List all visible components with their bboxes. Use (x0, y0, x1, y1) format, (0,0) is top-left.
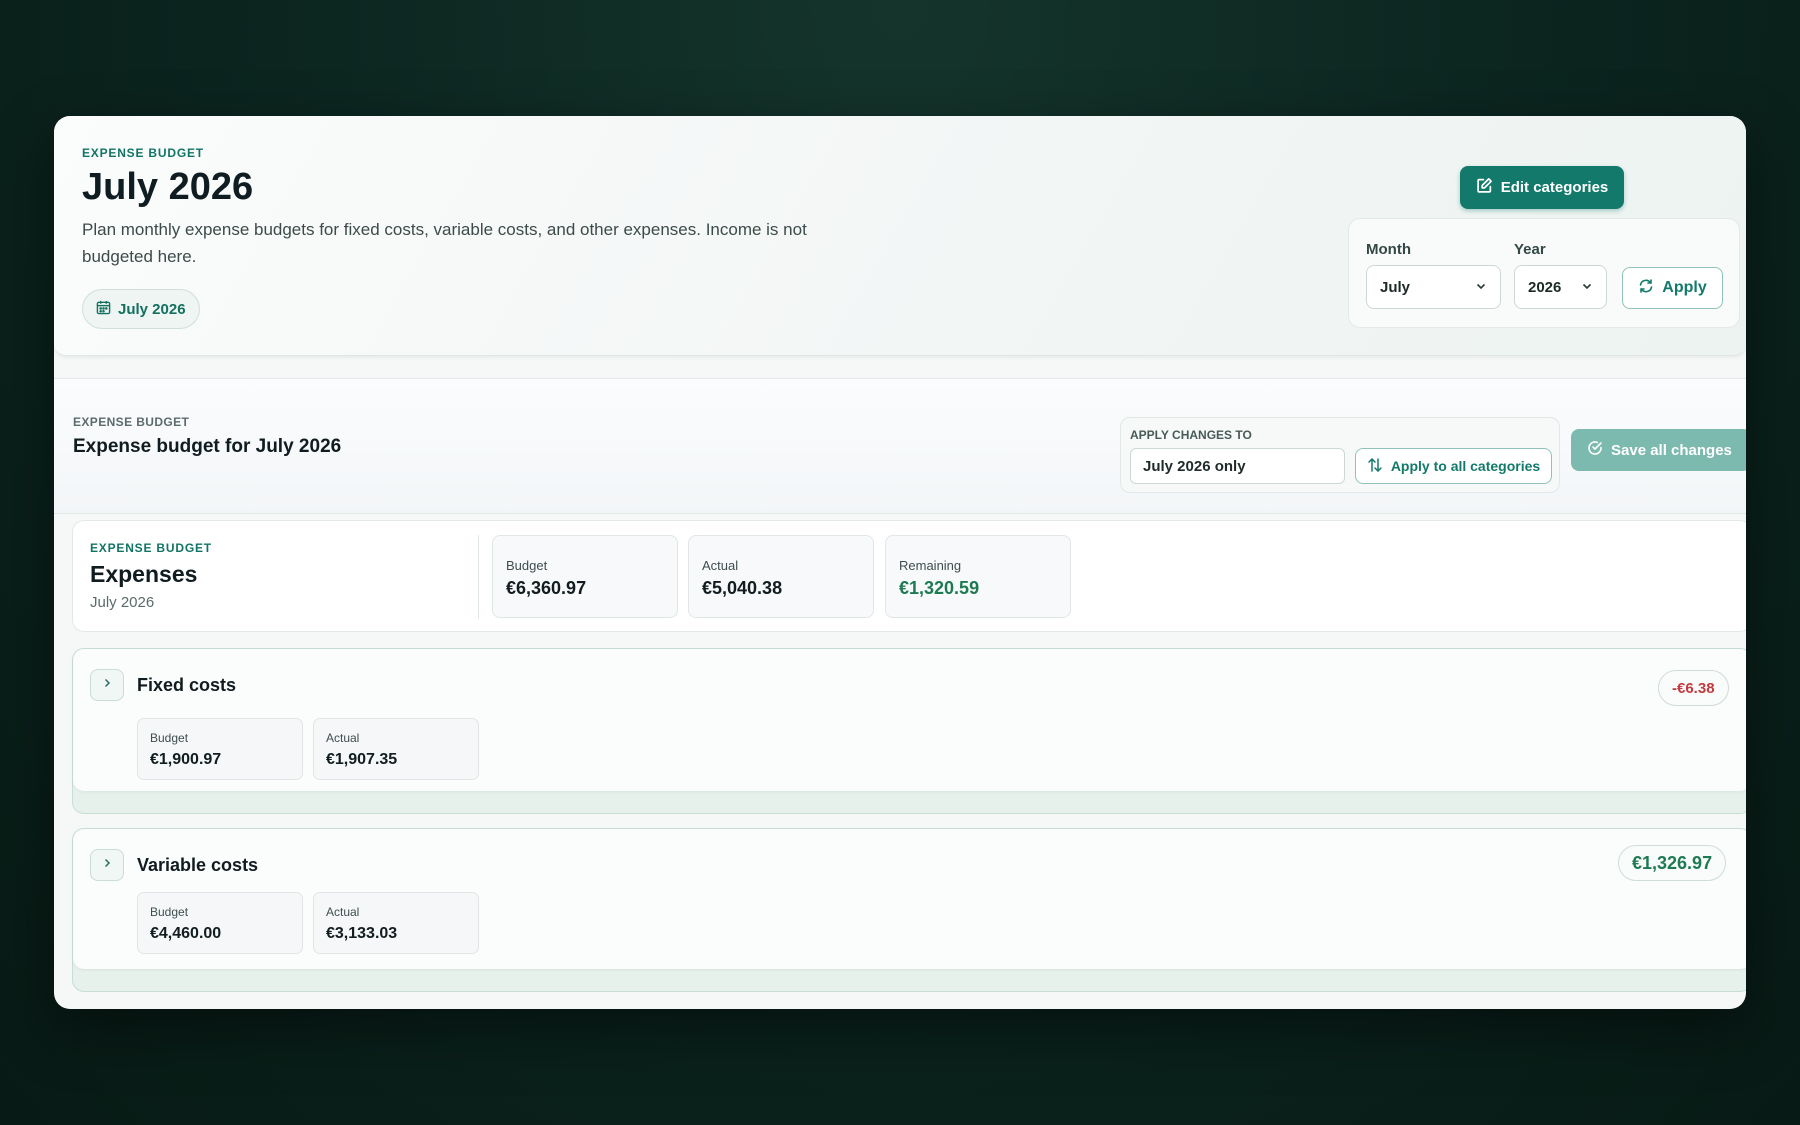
period-pill-label: July 2026 (118, 300, 186, 318)
period-pill: July 2026 (82, 289, 200, 329)
apply-to-all-label: Apply to all categories (1390, 458, 1541, 474)
category-actual: Actual €1,907.35 (313, 718, 479, 780)
category-card-fixed-costs: Fixed costs Budget €1,900.97 Actual €1,9… (72, 648, 1746, 814)
chevron-right-icon (101, 676, 113, 694)
calendar-icon (96, 300, 111, 319)
apply-to-all-button[interactable]: Apply to all categories (1355, 448, 1552, 484)
toolbar-title: Expense budget for July 2026 (73, 436, 342, 457)
save-all-label: Save all changes (1611, 441, 1732, 459)
category-budget-value: €4,460.00 (150, 925, 222, 942)
period-selector: Month July Year 2026 Apply (1348, 218, 1740, 328)
category-actual: Actual €3,133.03 (313, 892, 479, 954)
expenses-summary: EXPENSE BUDGET Expenses July 2026 Budget… (72, 520, 1746, 632)
refresh-icon (1638, 278, 1654, 299)
budget-card: EXPENSE BUDGET July 2026 Plan monthly ex… (54, 116, 1746, 1009)
summary-period: July 2026 (90, 594, 155, 611)
category-card-body: Fixed costs Budget €1,900.97 Actual €1,9… (73, 649, 1746, 791)
month-select-value: July (1380, 278, 1411, 296)
budget-toolbar: EXPENSE BUDGET Expense budget for July 2… (54, 378, 1746, 514)
budget-stat: Budget €6,360.97 (492, 535, 678, 618)
budget-stat-value: €6,360.97 (506, 578, 587, 598)
month-select[interactable]: July (1366, 265, 1501, 309)
category-budget: Budget €4,460.00 (137, 892, 303, 954)
toolbar-eyebrow: EXPENSE BUDGET (73, 415, 190, 429)
chevron-down-icon (1581, 279, 1593, 296)
year-select-value: 2026 (1528, 278, 1562, 296)
category-card-variable-costs: Variable costs Budget €4,460.00 Actual €… (72, 828, 1746, 992)
expand-category-button[interactable] (90, 849, 124, 881)
actual-stat-value: €5,040.38 (702, 578, 783, 598)
category-actual-value: €1,907.35 (326, 751, 398, 768)
category-budget-label: Budget (150, 731, 189, 745)
actual-stat-label: Actual (702, 558, 739, 573)
save-all-button[interactable]: Save all changes (1571, 429, 1746, 471)
category-difference-badge: €1,326.97 (1618, 845, 1727, 881)
expand-category-button[interactable] (90, 669, 124, 701)
category-card-body: Variable costs Budget €4,460.00 Actual €… (73, 829, 1746, 969)
category-actual-label: Actual (326, 731, 360, 745)
page-description: Plan monthly expense budgets for fixed c… (82, 220, 807, 266)
year-label: Year (1514, 241, 1546, 258)
header-eyebrow: EXPENSE BUDGET (82, 146, 204, 160)
summary-divider (478, 535, 479, 619)
chevron-right-icon (101, 856, 113, 874)
check-circle-icon (1587, 440, 1603, 460)
actual-stat: Actual €5,040.38 (688, 535, 874, 618)
edit-categories-button[interactable]: Edit categories (1460, 166, 1624, 209)
page-title: July 2026 (82, 166, 254, 208)
page-header: EXPENSE BUDGET July 2026 Plan monthly ex… (54, 116, 1746, 356)
remaining-stat-value: €1,320.59 (899, 578, 980, 598)
apply-changes-label: APPLY CHANGES TO (1130, 428, 1252, 442)
apply-period-button[interactable]: Apply (1622, 267, 1723, 309)
apply-scope-select[interactable]: July 2026 only (1130, 448, 1345, 484)
apply-period-label: Apply (1662, 279, 1707, 296)
category-name: Variable costs (137, 855, 259, 875)
chevron-down-icon (1475, 279, 1487, 296)
summary-title: Expenses (90, 561, 198, 587)
category-budget: Budget €1,900.97 (137, 718, 303, 780)
month-label: Month (1366, 241, 1411, 258)
apply-scope-value: July 2026 only (1143, 457, 1246, 475)
edit-icon (1476, 177, 1493, 198)
category-name: Fixed costs (137, 675, 237, 695)
category-actual-label: Actual (326, 905, 360, 919)
remaining-stat-label: Remaining (899, 558, 962, 573)
category-budget-value: €1,900.97 (150, 751, 222, 768)
category-budget-label: Budget (150, 905, 189, 919)
category-actual-value: €3,133.03 (326, 925, 398, 942)
edit-categories-label: Edit categories (1500, 179, 1609, 196)
year-select[interactable]: 2026 (1514, 265, 1607, 309)
summary-eyebrow: EXPENSE BUDGET (90, 541, 212, 555)
category-difference-badge: -€6.38 (1658, 670, 1729, 706)
remaining-stat: Remaining €1,320.59 (885, 535, 1071, 618)
swap-vertical-icon (1367, 457, 1383, 476)
apply-changes-panel: APPLY CHANGES TO July 2026 only Apply to… (1120, 417, 1560, 493)
budget-stat-label: Budget (506, 558, 548, 573)
